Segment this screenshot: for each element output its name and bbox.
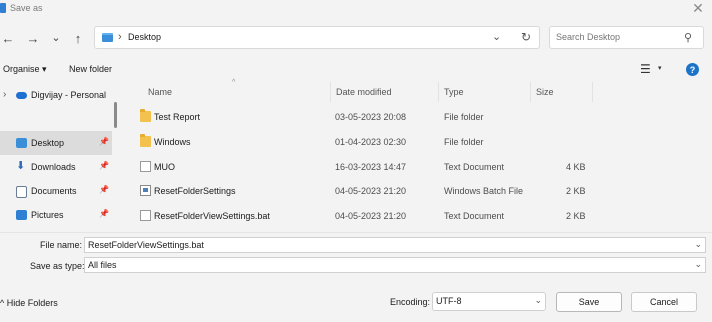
sort-indicator-icon: ^ bbox=[232, 79, 236, 86]
sidebar-scrollbar[interactable] bbox=[114, 102, 117, 128]
file-type: Text Document bbox=[444, 162, 505, 172]
encoding-select[interactable]: UTF-8 ⌄ bbox=[432, 292, 546, 311]
file-type: Text Document bbox=[444, 211, 505, 221]
save-as-type-label: Save as type: bbox=[30, 261, 85, 271]
window-title: Save as bbox=[10, 3, 43, 13]
sidebar-item-label: Digvijay - Personal bbox=[31, 90, 107, 100]
back-icon[interactable]: ← bbox=[0, 30, 16, 46]
file-name-input[interactable]: ResetFolderViewSettings.bat ⌄ bbox=[84, 237, 706, 253]
breadcrumb-separator-icon: › bbox=[118, 31, 122, 43]
file-date: 04-05-2023 21:20 bbox=[335, 211, 407, 221]
file-name-label: File name: bbox=[40, 240, 83, 250]
column-header-type[interactable]: Type bbox=[444, 87, 464, 97]
column-header-size[interactable]: Size bbox=[536, 87, 554, 97]
sidebar-item-label: Pictures bbox=[31, 210, 64, 220]
chevron-down-icon[interactable]: ⌄ bbox=[534, 295, 542, 306]
column-divider[interactable] bbox=[330, 82, 331, 102]
file-date: 01-04-2023 02:30 bbox=[335, 137, 407, 147]
chevron-right-icon[interactable]: › bbox=[3, 89, 6, 100]
organise-button[interactable]: Organise ▾ bbox=[3, 64, 47, 75]
file-row[interactable]: Test Report 03-05-2023 20:08 File folder bbox=[134, 105, 604, 129]
sidebar-item-pictures[interactable]: Pictures 📌 bbox=[0, 203, 112, 227]
file-name: Test Report bbox=[154, 112, 201, 122]
file-size: 4 KB bbox=[566, 162, 586, 172]
save-button[interactable]: Save bbox=[556, 292, 622, 312]
file-row[interactable]: ResetFolderSettings 04-05-2023 21:20 Win… bbox=[134, 179, 604, 203]
file-date: 16-03-2023 14:47 bbox=[335, 162, 407, 172]
chevron-down-icon[interactable]: ⌄ bbox=[694, 239, 702, 250]
batch-file-icon bbox=[140, 185, 151, 196]
pin-icon: 📌 bbox=[99, 137, 109, 146]
documents-icon bbox=[16, 186, 27, 198]
forward-icon[interactable]: → bbox=[25, 30, 41, 46]
hide-folders-button[interactable]: ^ Hide Folders bbox=[0, 298, 58, 308]
downloads-icon: ⬇ bbox=[16, 160, 26, 172]
search-placeholder: Search Desktop bbox=[556, 32, 621, 42]
refresh-icon[interactable]: ↻ bbox=[521, 30, 531, 44]
text-document-icon bbox=[140, 161, 151, 172]
cancel-button[interactable]: Cancel bbox=[631, 292, 697, 312]
file-name-value: ResetFolderViewSettings.bat bbox=[88, 240, 204, 250]
breadcrumb[interactable]: Desktop bbox=[128, 32, 161, 42]
folder-icon bbox=[140, 134, 151, 147]
sidebar-item-documents[interactable]: Documents 📌 bbox=[0, 179, 112, 203]
view-dropdown-icon[interactable]: ▾ bbox=[658, 64, 662, 72]
encoding-value: UTF-8 bbox=[436, 296, 462, 306]
save-as-type-value: All files bbox=[88, 260, 117, 270]
file-type: Windows Batch File bbox=[444, 186, 524, 196]
column-header-date[interactable]: Date modified bbox=[336, 87, 392, 97]
pin-icon: 📌 bbox=[99, 185, 109, 194]
file-size: 2 KB bbox=[566, 186, 586, 196]
text-document-icon bbox=[140, 210, 151, 221]
sidebar-item-desktop[interactable]: Desktop 📌 bbox=[0, 131, 112, 155]
up-icon[interactable]: ↑ bbox=[70, 30, 86, 46]
sidebar-item-label: Desktop bbox=[31, 138, 65, 148]
column-divider[interactable] bbox=[530, 82, 531, 102]
file-date: 03-05-2023 20:08 bbox=[335, 112, 407, 122]
file-name: MUO bbox=[154, 162, 175, 172]
address-bar[interactable]: › Desktop ⌄ ↻ bbox=[94, 26, 540, 49]
file-type: File folder bbox=[444, 112, 484, 122]
desktop-icon bbox=[16, 138, 27, 148]
file-row[interactable]: MUO 16-03-2023 14:47 Text Document 4 KB bbox=[134, 155, 604, 179]
file-name: Windows bbox=[154, 137, 191, 147]
pin-icon: 📌 bbox=[99, 161, 109, 170]
app-icon bbox=[0, 3, 6, 13]
encoding-label: Encoding: bbox=[390, 297, 431, 307]
sidebar-item-label: Downloads bbox=[31, 162, 76, 172]
view-options-icon[interactable]: ☰ bbox=[640, 62, 651, 76]
title-bar: Save as ✕ bbox=[0, 0, 712, 18]
search-icon[interactable]: ⚲ bbox=[684, 31, 692, 44]
folder-icon bbox=[140, 109, 151, 122]
chevron-down-icon[interactable]: ⌄ bbox=[492, 30, 501, 43]
cloud-icon bbox=[16, 92, 27, 99]
column-divider[interactable] bbox=[592, 82, 593, 102]
sidebar-item-onedrive[interactable]: › Digvijay - Personal bbox=[0, 83, 112, 107]
file-type: File folder bbox=[444, 137, 484, 147]
column-divider[interactable] bbox=[438, 82, 439, 102]
help-icon[interactable]: ? bbox=[686, 63, 699, 76]
file-name: ResetFolderSettings bbox=[154, 186, 236, 196]
chevron-down-icon[interactable]: ⌄ bbox=[694, 259, 702, 270]
sidebar-item-downloads[interactable]: ⬇ Downloads 📌 bbox=[0, 155, 112, 179]
file-name: ResetFolderViewSettings.bat bbox=[154, 211, 270, 221]
close-icon[interactable]: ✕ bbox=[690, 0, 706, 16]
sidebar-item-label: Documents bbox=[31, 186, 77, 196]
file-row[interactable]: ResetFolderViewSettings.bat 04-05-2023 2… bbox=[134, 204, 604, 228]
file-size: 2 KB bbox=[566, 211, 586, 221]
column-header-name[interactable]: Name bbox=[148, 87, 172, 97]
new-folder-button[interactable]: New folder bbox=[69, 64, 112, 74]
save-as-type-select[interactable]: All files ⌄ bbox=[84, 257, 706, 273]
search-input[interactable]: Search Desktop ⚲ bbox=[549, 26, 704, 49]
recent-locations-icon[interactable]: ⌄ bbox=[48, 29, 64, 45]
desktop-folder-icon bbox=[102, 33, 113, 42]
pin-icon: 📌 bbox=[99, 209, 109, 218]
pictures-icon bbox=[16, 210, 27, 220]
file-row[interactable]: Windows 01-04-2023 02:30 File folder bbox=[134, 130, 604, 154]
file-date: 04-05-2023 21:20 bbox=[335, 186, 407, 196]
